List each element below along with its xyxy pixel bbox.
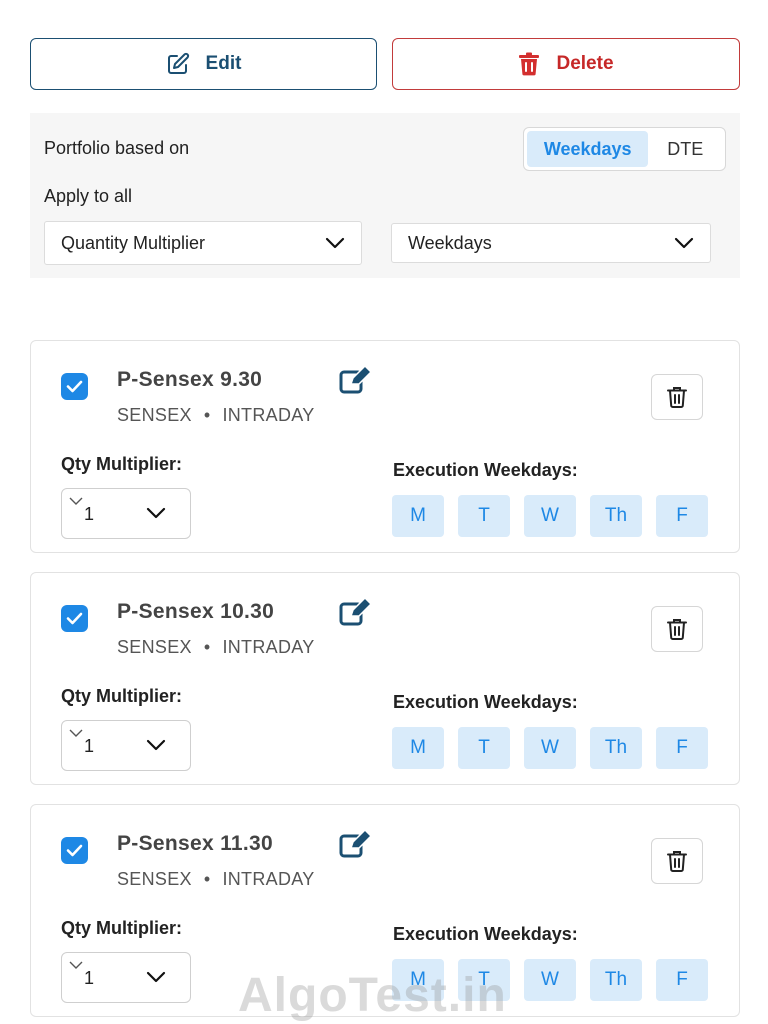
toggle-dte[interactable]: DTE — [648, 131, 722, 167]
weekday-selector: M T W Th F — [392, 727, 722, 769]
chevron-down-icon — [146, 507, 166, 519]
apply-field-select[interactable]: Quantity Multiplier — [44, 221, 362, 265]
trash-icon — [667, 387, 687, 408]
strategy-type: INTRADAY — [222, 405, 315, 425]
delete-button[interactable]: Delete — [392, 38, 740, 90]
check-icon — [66, 844, 83, 857]
based-on-toggle: Weekdays DTE — [523, 127, 726, 171]
delete-button-label: Delete — [556, 53, 614, 74]
strategy-type: INTRADAY — [222, 637, 315, 657]
weekday-friday[interactable]: F — [656, 959, 708, 1001]
weekday-selector: M T W Th F — [392, 959, 722, 1001]
strategy-name: P-Sensex 9.30 — [117, 368, 263, 391]
qty-multiplier-value: 1 — [84, 504, 95, 524]
strategy-name: P-Sensex 11.30 — [117, 832, 273, 855]
strategy-name: P-Sensex 10.30 — [117, 600, 275, 623]
qty-multiplier-select[interactable]: 1 — [61, 952, 191, 1003]
trash-icon — [519, 52, 540, 76]
chevron-down-icon — [69, 729, 83, 737]
execution-weekdays-label: Execution Weekdays: — [393, 924, 578, 944]
qty-multiplier-value: 1 — [84, 736, 95, 756]
weekday-tuesday[interactable]: T — [458, 727, 510, 769]
apply-basis-value: Weekdays — [408, 232, 492, 253]
strategy-checkbox[interactable] — [61, 605, 88, 632]
qty-multiplier-label: Qty Multiplier: — [61, 686, 182, 706]
delete-strategy-button[interactable] — [651, 606, 703, 652]
strategy-index: SENSEX — [117, 637, 192, 657]
weekday-monday[interactable]: M — [392, 495, 444, 537]
weekday-monday[interactable]: M — [392, 727, 444, 769]
qty-multiplier-select[interactable]: 1 — [61, 488, 191, 539]
strategy-index: SENSEX — [117, 405, 192, 425]
weekday-friday[interactable]: F — [656, 727, 708, 769]
weekday-tuesday[interactable]: T — [458, 959, 510, 1001]
weekday-wednesday[interactable]: W — [524, 727, 576, 769]
chevron-down-icon — [69, 497, 83, 505]
based-on-label: Portfolio based on — [44, 138, 190, 158]
strategy-checkbox[interactable] — [61, 373, 88, 400]
chevron-down-icon — [674, 237, 694, 249]
separator-dot: • — [203, 869, 211, 889]
strategy-card: P-Sensex 9.30 SENSEX • INTRADAY Qty Multip… — [30, 340, 740, 553]
chevron-down-icon — [146, 739, 166, 751]
weekday-thursday[interactable]: Th — [590, 495, 642, 537]
qty-multiplier-label: Qty Multiplier: — [61, 918, 182, 938]
weekday-thursday[interactable]: Th — [590, 959, 642, 1001]
edit-button-label: Edit — [205, 53, 242, 74]
delete-strategy-button[interactable] — [651, 838, 703, 884]
edit-strategy-icon[interactable] — [339, 830, 371, 860]
weekday-thursday[interactable]: Th — [590, 727, 642, 769]
weekday-wednesday[interactable]: W — [524, 959, 576, 1001]
trash-icon — [667, 619, 687, 640]
qty-multiplier-label: Qty Multiplier: — [61, 454, 182, 474]
execution-weekdays-label: Execution Weekdays: — [393, 460, 578, 480]
strategy-meta: SENSEX • INTRADAY — [117, 637, 315, 658]
check-icon — [66, 612, 83, 625]
toggle-weekdays[interactable]: Weekdays — [527, 131, 649, 167]
weekday-friday[interactable]: F — [656, 495, 708, 537]
check-icon — [66, 380, 83, 393]
strategy-index: SENSEX — [117, 869, 192, 889]
strategy-checkbox[interactable] — [61, 837, 88, 864]
strategy-card: P-Sensex 11.30 SENSEX • INTRADAY Qty Multi… — [30, 804, 740, 1017]
weekday-tuesday[interactable]: T — [458, 495, 510, 537]
chevron-down-icon — [69, 961, 83, 969]
separator-dot: • — [203, 405, 211, 425]
apply-basis-select[interactable]: Weekdays — [391, 223, 711, 263]
trash-icon — [667, 851, 687, 872]
weekday-selector: M T W Th F — [392, 495, 722, 537]
delete-strategy-button[interactable] — [651, 374, 703, 420]
strategy-meta: SENSEX • INTRADAY — [117, 869, 315, 890]
chevron-down-icon — [146, 971, 166, 983]
edit-icon — [167, 52, 189, 74]
weekday-wednesday[interactable]: W — [524, 495, 576, 537]
edit-button[interactable]: Edit — [30, 38, 377, 90]
edit-strategy-icon[interactable] — [339, 598, 371, 628]
strategy-card: P-Sensex 10.30 SENSEX • INTRADAY Qty Multi… — [30, 572, 740, 785]
weekday-monday[interactable]: M — [392, 959, 444, 1001]
edit-strategy-icon[interactable] — [339, 366, 371, 396]
execution-weekdays-label: Execution Weekdays: — [393, 692, 578, 712]
separator-dot: • — [203, 637, 211, 657]
qty-multiplier-value: 1 — [84, 968, 95, 988]
strategy-type: INTRADAY — [222, 869, 315, 889]
top-actions: Edit Delete — [30, 38, 740, 90]
chevron-down-icon — [325, 237, 345, 249]
apply-to-all-label: Apply to all — [44, 186, 133, 206]
strategy-meta: SENSEX • INTRADAY — [117, 405, 315, 426]
apply-field-value: Quantity Multiplier — [61, 232, 206, 253]
portfolio-settings-panel: Portfolio based on Weekdays DTE Apply to… — [30, 113, 740, 278]
qty-multiplier-select[interactable]: 1 — [61, 720, 191, 771]
